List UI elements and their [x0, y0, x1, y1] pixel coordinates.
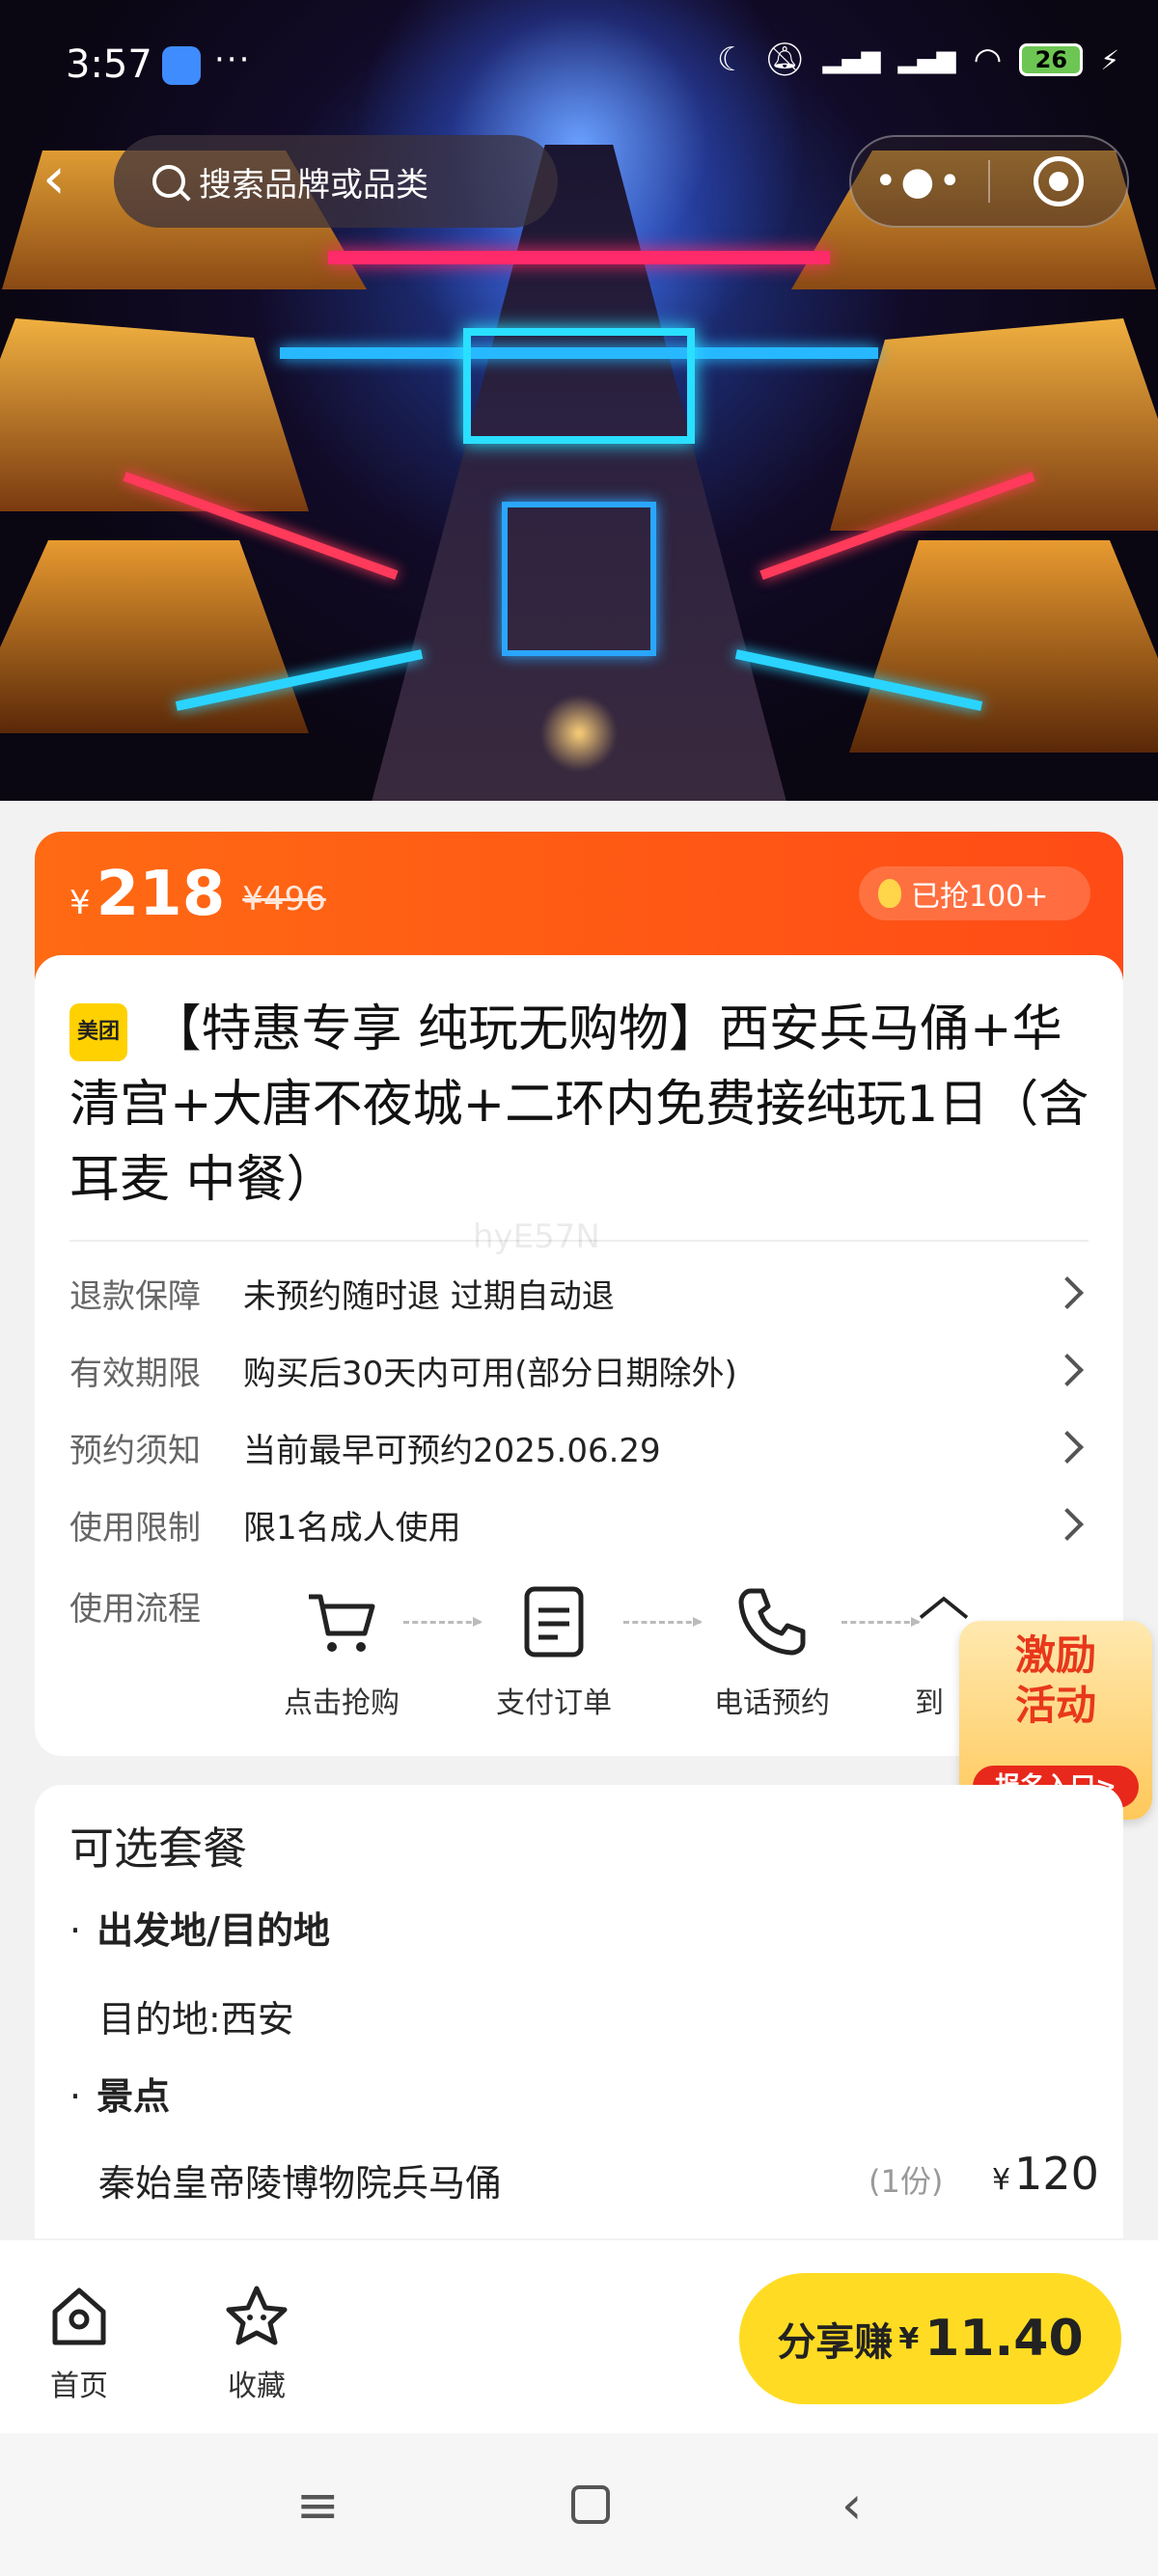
home-tab-icon [52, 2288, 106, 2345]
search-bar[interactable]: 搜索品牌或品类 [114, 135, 558, 228]
flow-arrow [403, 1617, 482, 1627]
original-price: ¥496 [242, 880, 326, 918]
share-earn-button[interactable]: 分享赚 ¥ 11.40 [739, 2273, 1121, 2404]
departure-section-title: 出发地/目的地 [69, 1901, 330, 1954]
row-value: 限1名成人使用 [243, 1508, 461, 1548]
mute-icon: 🔕︎ [763, 41, 806, 79]
attractions-section-title: 景点 [69, 2067, 170, 2120]
row-value: 购买后30天内可用(部分日期除外) [243, 1354, 737, 1393]
row-value: 当前最早可预约2025.06.29 [243, 1431, 661, 1470]
chevron-right-icon [1051, 1276, 1084, 1309]
packages-title: 可选套餐 [69, 1822, 247, 1875]
promo-line1: 激励 [1014, 1631, 1096, 1679]
back-chevron-icon[interactable]: ‹ [841, 2475, 863, 2535]
attraction-item-price: ¥120 [992, 2148, 1099, 2200]
order-icon [477, 1578, 631, 1665]
back-button[interactable]: ‹ [25, 145, 83, 212]
search-placeholder: 搜索品牌或品类 [199, 165, 428, 205]
product-title-block: 美团 【特惠专享 纯玩无购物】西安兵马俑+华清宫+大唐不夜城+二环内免费接纯玩1… [69, 992, 1092, 1218]
usage-limit-row[interactable]: 使用限制 限1名成人使用 [69, 1495, 1089, 1553]
price-currency: ¥ [69, 884, 91, 922]
fire-icon [878, 879, 901, 908]
system-navigation-bar: ≡ ‹ [0, 2433, 1158, 2576]
row-key: 退款保障 [69, 1276, 201, 1316]
promo-line2: 活动 [1014, 1682, 1096, 1729]
flow-step-pay: 支付订单 [477, 1578, 631, 1721]
flow-arrow [623, 1617, 703, 1627]
charging-icon: ⚡ [1100, 43, 1119, 76]
sold-count: 已抢100+ [911, 880, 1049, 914]
mini-program-capsule: •●• [849, 135, 1129, 228]
status-time: 3:57 [66, 42, 152, 87]
flow-step-label: 支付订单 [496, 1686, 612, 1720]
battery-icon: 26 [1019, 43, 1084, 76]
validity-row[interactable]: 有效期限 购买后30天内可用(部分日期除外) [69, 1341, 1089, 1399]
flow-step-call: 电话预约 [695, 1578, 849, 1721]
meituan-badge: 美团 [69, 1003, 127, 1061]
flow-step-label: 电话预约 [714, 1686, 830, 1720]
signal-icon-2: ▂▄▆ [897, 45, 956, 74]
refund-row[interactable]: 退款保障 未预约随时退 过期自动退 [69, 1264, 1089, 1322]
flow-step-buy: 点击抢购 [264, 1578, 419, 1721]
product-title: 【特惠专享 纯玩无购物】西安兵马俑+华清宫+大唐不夜城+二环内免费接纯玩1日（含… [69, 1000, 1089, 1209]
search-icon [152, 165, 185, 198]
favorite-tab[interactable]: 收藏 [199, 2283, 315, 2404]
chevron-right-icon [1051, 1354, 1084, 1386]
row-value: 未预约随时退 过期自动退 [243, 1276, 615, 1316]
target-icon [1034, 156, 1084, 206]
phone-icon [695, 1578, 849, 1665]
star-icon [226, 2286, 288, 2345]
sold-count-badge: 已抢100+ [859, 866, 1090, 920]
menu-icon[interactable]: ≡ [296, 2475, 340, 2535]
home-square-icon[interactable] [570, 2485, 610, 2524]
watermark: hyE57N [473, 1218, 600, 1256]
close-miniprogram-button[interactable] [990, 156, 1127, 206]
wifi-icon: ◠ [973, 41, 1003, 79]
usage-flow-label: 使用流程 [69, 1590, 201, 1629]
favorite-tab-label: 收藏 [228, 2370, 286, 2403]
share-amount: 11.40 [924, 2310, 1084, 2368]
item-currency: ¥ [992, 2163, 1011, 2197]
more-notifications-icon: ··· [214, 41, 252, 79]
share-currency: ¥ [898, 2321, 920, 2356]
moon-icon: ☾ [717, 41, 747, 79]
chevron-right-icon [1051, 1431, 1084, 1464]
app-notification-icon [162, 46, 201, 85]
home-tab[interactable]: 首页 [21, 2283, 137, 2404]
status-bar: 3:57 ··· ☾ 🔕︎ ▂▄▆ ▂▄▆ ◠ 26 ⚡ [0, 0, 1158, 135]
destination-value: 目的地:西安 [98, 1998, 294, 2041]
attraction-item-qty: (1份) [868, 2163, 944, 2200]
cart-icon [264, 1578, 419, 1665]
row-key: 使用限制 [69, 1508, 201, 1548]
flow-step-label: 点击抢购 [284, 1686, 400, 1720]
row-key: 有效期限 [69, 1354, 201, 1393]
item-price-value: 120 [1014, 2148, 1099, 2200]
flow-arrow [841, 1617, 921, 1627]
attraction-item-name: 秦始皇帝陵博物院兵马俑 [98, 2162, 503, 2205]
row-key: 预约须知 [69, 1431, 201, 1470]
chevron-right-icon [1051, 1508, 1084, 1541]
more-button[interactable]: •●• [851, 159, 988, 204]
home-tab-label: 首页 [50, 2370, 108, 2403]
share-label: 分享赚 [777, 2320, 894, 2365]
current-price: 218 [96, 859, 226, 930]
signal-icon: ▂▄▆ [822, 45, 881, 74]
booking-notice-row[interactable]: 预约须知 当前最早可预约2025.06.29 [69, 1418, 1089, 1476]
